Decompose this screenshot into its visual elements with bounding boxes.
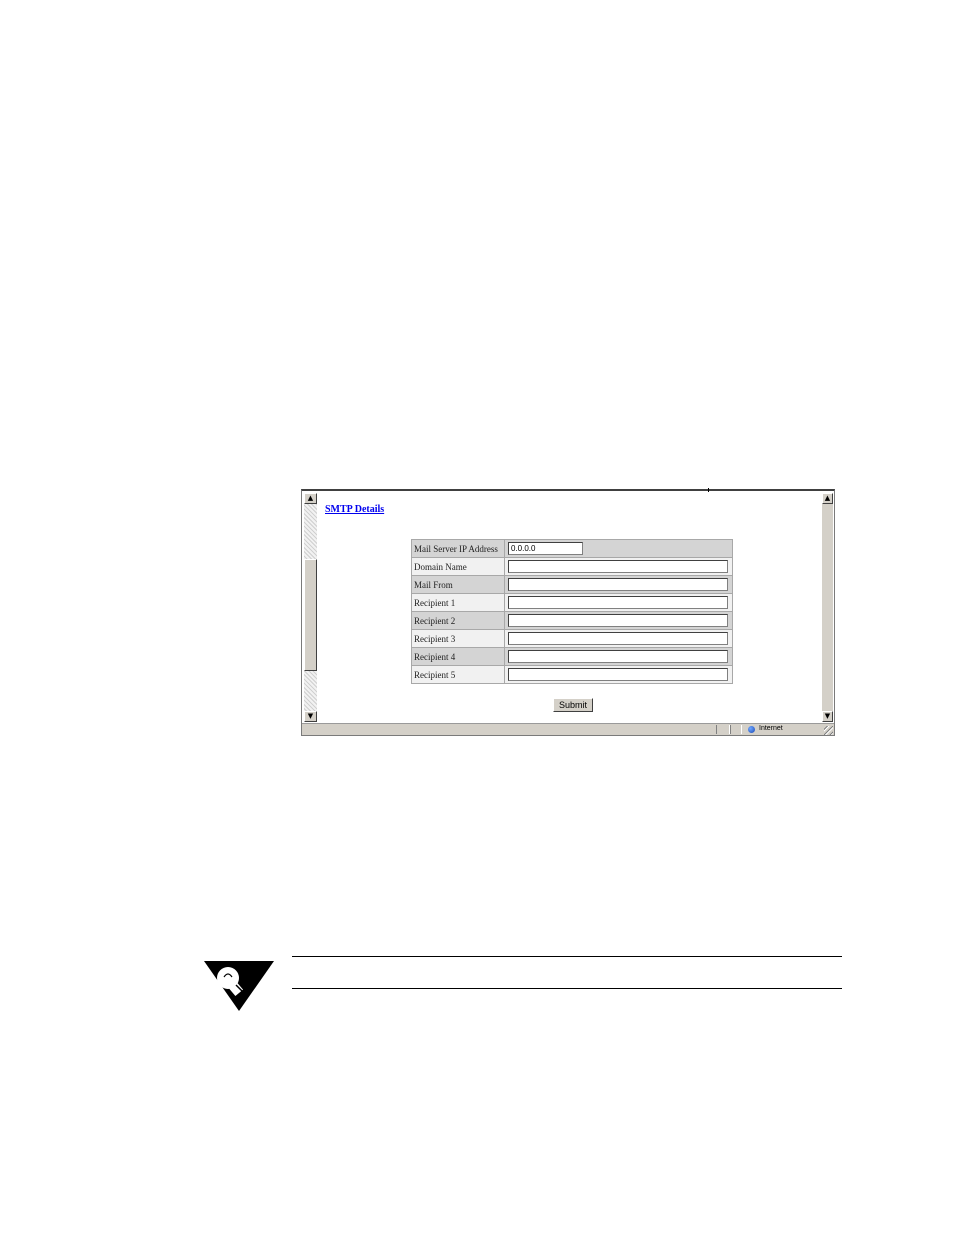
frame-scroll-down-button[interactable]: ▼ (304, 711, 317, 722)
recipient-4-label: Recipient 4 (411, 647, 505, 666)
status-bar: Internet (302, 723, 834, 735)
page-scrollbar[interactable]: ▲ ▼ (822, 493, 833, 722)
form-row-mail-server: Mail Server IP Address (411, 539, 733, 558)
status-panel (730, 725, 742, 734)
submit-button[interactable]: Submit (553, 698, 594, 712)
form-row-recipient-5: Recipient 5 (411, 665, 733, 684)
resize-grip-icon[interactable] (824, 726, 833, 735)
page-scroll-up-button[interactable]: ▲ (822, 493, 833, 504)
globe-icon (748, 726, 755, 733)
browser-screenshot: ▲ ▼ ▲ ▼ SMTP Details Mail Server IP Addr… (301, 488, 835, 736)
recipient-5-label: Recipient 5 (411, 665, 505, 684)
form-row-recipient-3: Recipient 3 (411, 629, 733, 648)
recipient-5-input[interactable] (508, 668, 728, 681)
mail-from-label: Mail From (411, 575, 505, 594)
form-row-recipient-2: Recipient 2 (411, 611, 733, 630)
frame-scroll-up-button[interactable]: ▲ (304, 493, 317, 504)
recipient-2-label: Recipient 2 (411, 611, 505, 630)
frame-scroll-thumb[interactable] (304, 559, 317, 671)
recipient-1-input[interactable] (508, 596, 728, 609)
recipient-2-input[interactable] (508, 614, 728, 627)
form-row-domain-name: Domain Name (411, 557, 733, 576)
page-scroll-down-button[interactable]: ▼ (822, 711, 833, 722)
zone-label: Internet (759, 725, 783, 732)
recipient-1-label: Recipient 1 (411, 593, 505, 612)
mail-server-ip-label: Mail Server IP Address (411, 539, 505, 558)
page-title-link[interactable]: SMTP Details (325, 504, 384, 515)
lightbulb-icon (204, 961, 274, 1011)
recipient-4-input[interactable] (508, 650, 728, 663)
mail-server-ip-input[interactable] (508, 542, 583, 555)
note-top-rule (292, 956, 842, 957)
recipient-3-label: Recipient 3 (411, 629, 505, 648)
form-row-mail-from: Mail From (411, 575, 733, 594)
recipient-3-input[interactable] (508, 632, 728, 645)
form-row-recipient-1: Recipient 1 (411, 593, 733, 612)
note-bottom-rule (292, 988, 842, 989)
frame-scrollbar[interactable]: ▲ ▼ (304, 493, 317, 722)
tick-mark (708, 488, 709, 492)
mail-from-input[interactable] (508, 578, 728, 591)
domain-name-label: Domain Name (411, 557, 505, 576)
smtp-form-table: Mail Server IP Address Domain Name Mail … (411, 539, 733, 684)
domain-name-input[interactable] (508, 560, 728, 573)
form-row-recipient-4: Recipient 4 (411, 647, 733, 666)
status-panel (716, 725, 730, 734)
